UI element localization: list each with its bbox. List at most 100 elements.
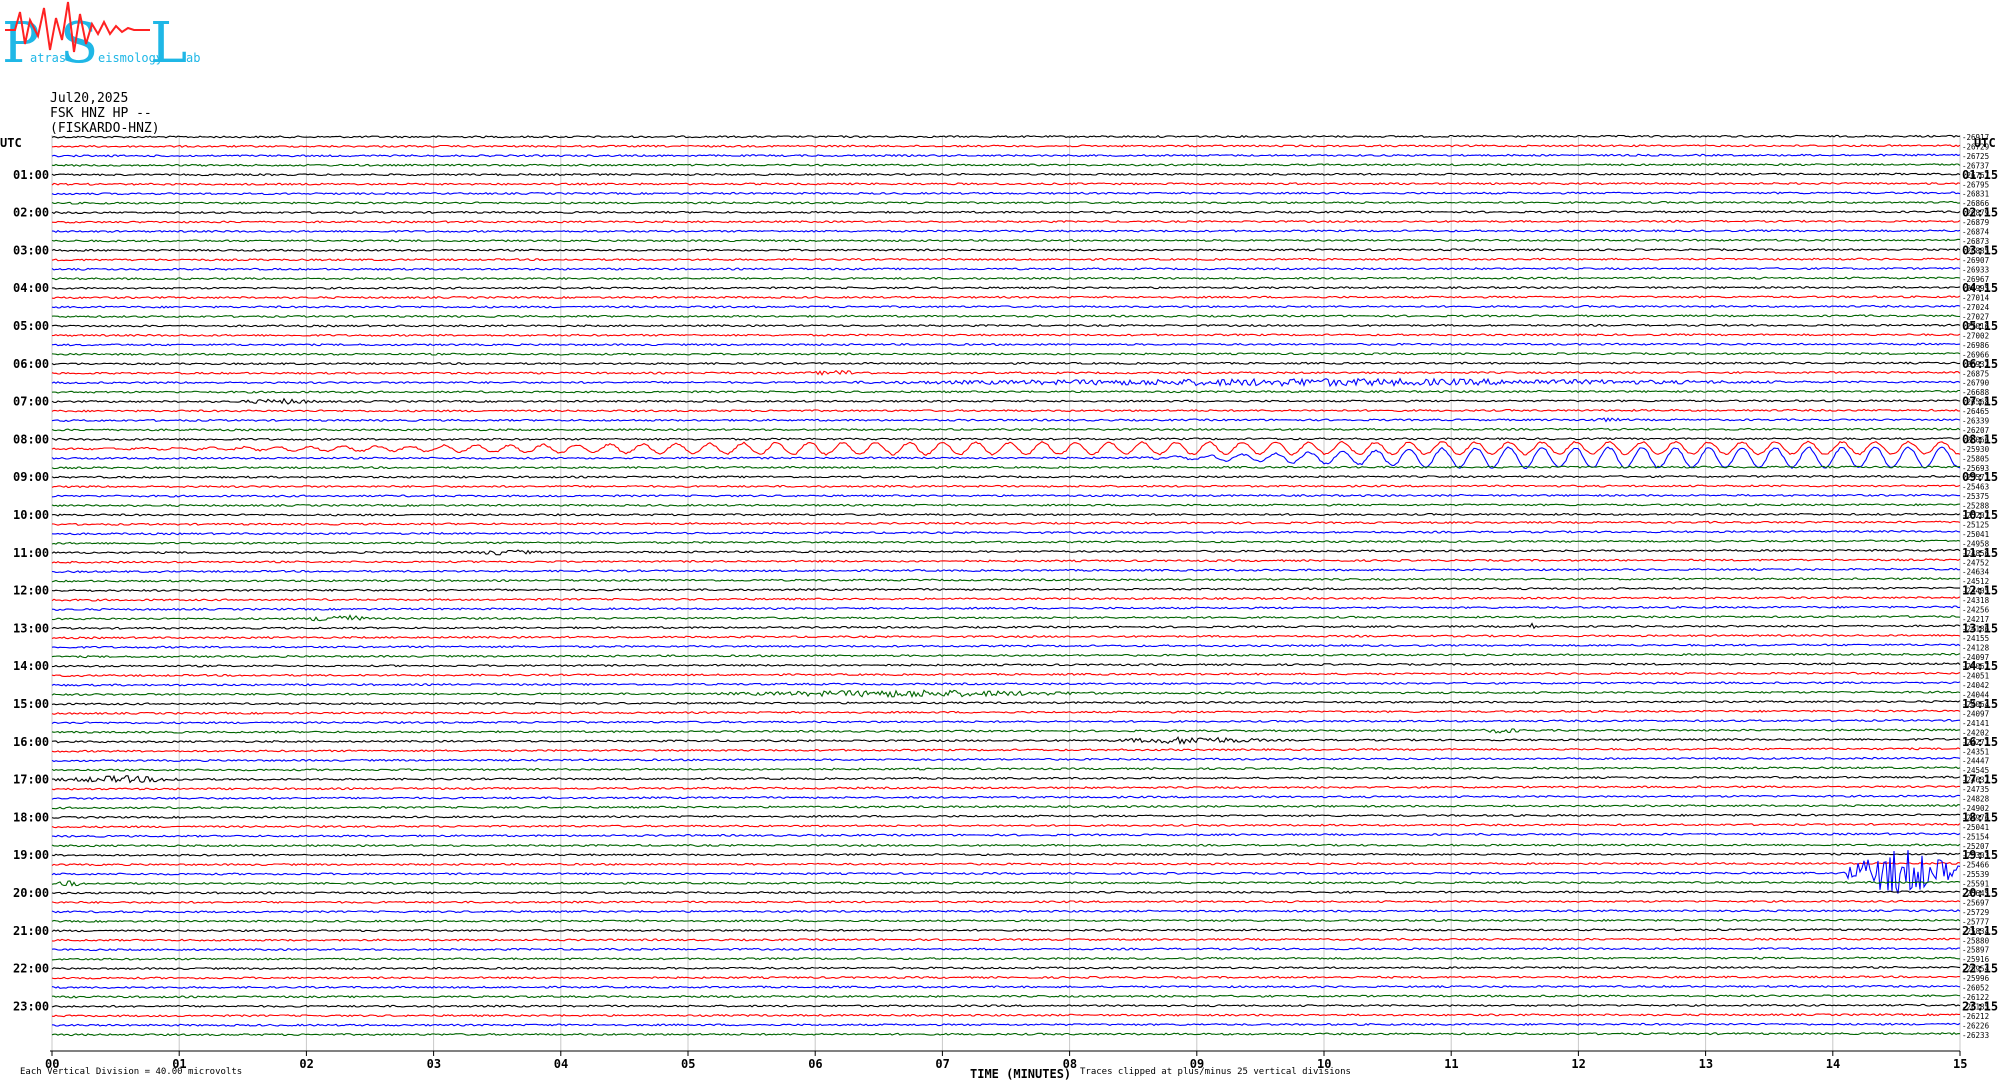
header-date: Jul20,2025	[50, 91, 128, 106]
trace-value-label: -24044	[1962, 691, 1990, 700]
trace-value-label: -24902	[1962, 804, 1989, 813]
trace-value-label: -24271	[1962, 738, 1989, 747]
trace-value-label: -25697	[1962, 898, 1989, 907]
trace-line	[51, 756, 1961, 763]
trace-line	[51, 503, 1961, 508]
trace-value-label: -24155	[1962, 634, 1989, 643]
footer-clip-note: Traces clipped at plus/minus 25 vertical…	[1080, 1067, 1351, 1077]
trace-value-label: -26995	[1962, 284, 1989, 293]
trace-value-label: -26052	[1962, 984, 1989, 993]
trace-line	[51, 134, 1961, 139]
trace-line	[51, 736, 1961, 745]
left-hour-label: 08:00	[13, 432, 49, 446]
psl-logo: P S L atras eismology ab	[2, 1, 200, 76]
trace-value-label: -26966	[1962, 350, 1990, 359]
trace-line	[51, 794, 1961, 800]
trace-line	[51, 622, 1961, 630]
trace-line	[51, 285, 1961, 290]
trace-line	[51, 512, 1961, 517]
trace-line	[51, 633, 1961, 640]
trace-line	[51, 437, 1961, 441]
trace-line	[51, 361, 1961, 366]
trace-line	[51, 314, 1961, 318]
trace-value-label: -24318	[1962, 596, 1990, 605]
trace-line	[51, 558, 1961, 564]
left-hour-label: 11:00	[13, 546, 49, 560]
left-hour-label: 04:00	[13, 281, 49, 295]
trace-line	[51, 397, 1961, 405]
trace-line	[51, 548, 1961, 556]
trace-line	[51, 257, 1961, 262]
x-tick-label: 04	[554, 1057, 568, 1071]
trace-line	[51, 567, 1961, 574]
trace-line	[51, 928, 1961, 933]
trace-value-label: -25996	[1962, 974, 1990, 983]
trace-line	[51, 446, 1961, 470]
trace-value-label: -25154	[1962, 832, 1990, 841]
trace-line	[51, 238, 1961, 243]
trace-line	[51, 484, 1961, 489]
trace-value-label: -24976	[1962, 813, 1990, 822]
trace-line	[51, 369, 1961, 376]
trace-line	[51, 219, 1961, 224]
left-hour-label: 10:00	[13, 508, 49, 522]
trace-value-label: -25805	[1962, 454, 1989, 463]
left-hour-label: 20:00	[13, 886, 49, 900]
trace-value-label: -27002	[1962, 331, 1989, 340]
trace-line	[51, 643, 1961, 649]
trace-value-label: -26873	[1962, 237, 1989, 246]
trace-value-label: -25834	[1962, 927, 1990, 936]
trace-value-label: -25954	[1962, 965, 1990, 974]
trace-value-label: -24634	[1962, 568, 1990, 577]
trace-value-label: -24512	[1962, 577, 1989, 586]
trace-line	[51, 1003, 1961, 1008]
trace-line	[51, 229, 1961, 234]
trace-value-label: -24958	[1962, 539, 1990, 548]
trace-line	[51, 880, 1961, 887]
trace-line	[51, 965, 1961, 971]
trace-line	[51, 832, 1961, 838]
trace-value-label: -26933	[1962, 265, 1989, 274]
trace-value-label: -26879	[1962, 218, 1989, 227]
trace-value-label: -27024	[1962, 303, 1990, 312]
trace-value-label: -26688	[1962, 388, 1990, 397]
trace-line	[51, 709, 1961, 715]
header-station: (FISKARDO-HNZ)	[50, 121, 160, 136]
trace-line	[51, 766, 1961, 772]
trace-value-label: -25880	[1962, 936, 1990, 945]
trace-value-label: -24856	[1962, 549, 1990, 558]
left-hour-label: 19:00	[13, 848, 49, 862]
trace-line	[51, 191, 1961, 196]
trace-value-label: -26790	[1962, 379, 1990, 388]
trace-group	[51, 134, 1961, 1037]
trace-line	[51, 605, 1961, 611]
trace-line	[51, 408, 1960, 413]
logo-word-atras: atras	[30, 51, 66, 65]
left-hour-label: 21:00	[13, 924, 49, 938]
trace-value-label: -24256	[1962, 606, 1990, 615]
trace-line	[51, 861, 1961, 867]
trace-line	[51, 539, 1961, 545]
trace-value-label: -24735	[1962, 785, 1989, 794]
trace-value-label: -25930	[1962, 445, 1990, 454]
trace-line	[51, 210, 1961, 215]
trace-value-label: -25303	[1962, 851, 1989, 860]
helicorder-chart: P S L atras eismology ab Jul20,2025 FSK …	[0, 1, 1998, 1080]
x-tick-label: 06	[808, 1057, 822, 1071]
logo-word-lab: ab	[186, 51, 200, 65]
trace-line	[51, 389, 1960, 394]
trace-value-label: -24637	[1962, 776, 1989, 785]
x-tick-label: 11	[1444, 1057, 1458, 1071]
trace-value-label: -24141	[1962, 719, 1989, 728]
trace-value-label: -24752	[1962, 558, 1989, 567]
trace-value-label: -25041	[1962, 823, 1989, 832]
left-hour-label: 05:00	[13, 319, 49, 333]
trace-line	[51, 144, 1961, 148]
trace-value-label: -27016	[1962, 322, 1990, 331]
trace-value-label: -25466	[1962, 861, 1990, 870]
left-hour-label: 22:00	[13, 962, 49, 976]
trace-value-label: -25777	[1962, 917, 1989, 926]
trace-value-label: -24217	[1962, 615, 1989, 624]
trace-line	[51, 153, 1961, 158]
trace-value-label: -24042	[1962, 681, 1989, 690]
